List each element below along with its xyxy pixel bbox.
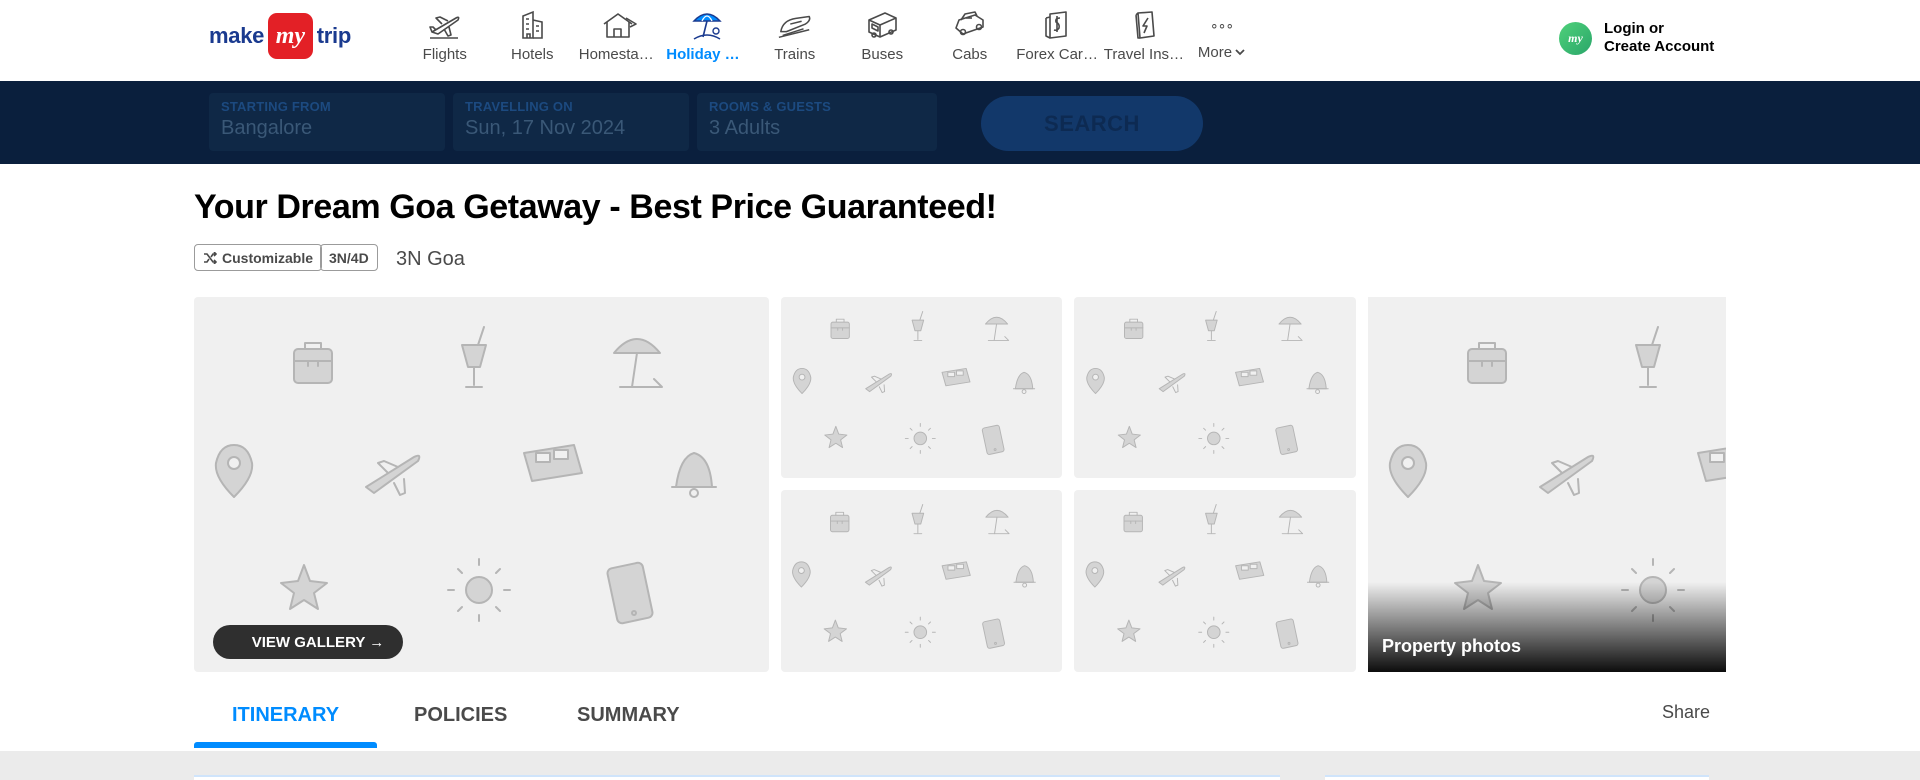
gallery-thumb-1[interactable]	[781, 297, 1062, 478]
rooms-guests-field[interactable]: ROOMS & GUESTS 3 Adults	[697, 93, 937, 151]
property-photos-overlay	[1368, 582, 1726, 672]
field-label: TRAVELLING ON	[465, 99, 573, 114]
duration-tag: 3N/4D	[320, 244, 378, 271]
login-button[interactable]: my Login or Create Account	[1559, 20, 1714, 56]
nav-item-buses[interactable]: Buses	[839, 9, 927, 71]
tab-itinerary[interactable]: ITINERARY	[232, 704, 339, 727]
top-header: make my trip Flights Hotels Homestays & …	[0, 0, 1920, 81]
insurance-icon	[1127, 9, 1163, 41]
makemytrip-logo[interactable]: make my trip	[209, 13, 351, 59]
cab-icon	[952, 9, 988, 41]
forex-icon	[1039, 9, 1075, 41]
login-text: Login or Create Account	[1604, 20, 1714, 56]
field-value: Sun, 17 Nov 2024	[465, 117, 626, 139]
field-value: Bangalore	[221, 117, 313, 139]
customizable-tag: Customizable	[194, 244, 323, 271]
nav-label: Travel Insurance	[1103, 46, 1186, 63]
nav-item-homestays[interactable]: Homestays & Villas	[576, 9, 664, 71]
gallery-thumb-2[interactable]	[1074, 297, 1356, 478]
package-details: Your Dream Goa Getaway - Best Price Guar…	[0, 164, 1920, 751]
login-line2: Create Account	[1604, 38, 1715, 55]
main-nav: Flights Hotels Homestays & Villas Holida…	[401, 9, 1253, 71]
nav-item-hotels[interactable]: Hotels	[489, 9, 577, 71]
package-subtitle: 3N Goa	[396, 248, 465, 270]
nav-item-travel-insurance[interactable]: Travel Insurance	[1101, 9, 1189, 71]
nav-label: Holiday Packages	[666, 46, 748, 63]
more-dots-icon: ∘∘∘	[1209, 16, 1234, 33]
property-photos-label: Property photos	[1382, 636, 1522, 656]
tab-policies[interactable]: POLICIES	[414, 704, 507, 727]
chevron-down-icon	[1235, 49, 1245, 56]
logo-badge: my	[268, 13, 313, 59]
nav-item-trains[interactable]: Trains	[751, 9, 839, 71]
itinerary-card-edge	[194, 775, 1280, 780]
share-button[interactable]: Share	[1662, 702, 1710, 723]
bus-icon	[864, 9, 900, 41]
flight-icon	[427, 9, 463, 41]
gallery-thumb-4[interactable]	[1074, 490, 1356, 672]
package-title: Your Dream Goa Getaway - Best Price Guar…	[194, 188, 997, 226]
gallery-thumb-3[interactable]	[781, 490, 1062, 672]
train-icon	[777, 9, 813, 41]
login-line1: Login or	[1604, 20, 1664, 37]
nav-label: Trains	[774, 46, 816, 63]
field-label: STARTING FROM	[221, 99, 331, 114]
nav-label: Buses	[861, 46, 904, 63]
nav-item-holiday-packages[interactable]: Holiday Packages	[664, 9, 752, 71]
field-label: ROOMS & GUESTS	[709, 99, 831, 114]
hotel-icon	[514, 9, 550, 41]
user-avatar-icon: my	[1559, 21, 1592, 55]
search-bar: STARTING FROM Bangalore TRAVELLING ON Su…	[0, 81, 1920, 164]
nav-more-menu[interactable]: ∘∘∘ More	[1191, 9, 1253, 71]
logo-trip-text: trip	[316, 23, 352, 48]
view-gallery-button[interactable]: VIEW GALLERY →	[213, 625, 403, 659]
nav-label: Cabs	[952, 46, 988, 63]
field-value: 3 Adults	[709, 117, 781, 139]
more-label-text: More	[1197, 44, 1233, 61]
holiday-icon	[689, 9, 725, 41]
nav-label: Flights	[422, 46, 467, 63]
nav-item-cabs[interactable]: Cabs	[926, 9, 1014, 71]
nav-more-label: More	[1198, 44, 1245, 61]
nav-item-flights[interactable]: Flights	[401, 9, 489, 71]
homestay-icon	[602, 9, 638, 41]
tag-label: Customizable	[222, 249, 314, 266]
tab-summary[interactable]: SUMMARY	[577, 704, 680, 727]
nav-item-forex[interactable]: Forex Card & Currency	[1014, 9, 1102, 71]
tag-label: 3N/4D	[329, 249, 369, 266]
gallery-main-image[interactable]: VIEW GALLERY →	[194, 297, 769, 672]
starting-from-field[interactable]: STARTING FROM Bangalore	[209, 93, 445, 151]
nav-label: Forex Card & Currency	[1016, 46, 1098, 63]
logo-make-text: make	[209, 23, 265, 48]
search-button[interactable]: SEARCH	[981, 96, 1203, 151]
property-photos-tile[interactable]: Property photos	[1368, 297, 1726, 672]
sidebar-card-edge	[1325, 775, 1709, 780]
active-tab-indicator	[194, 742, 377, 748]
nav-label: Hotels	[510, 46, 554, 63]
nav-label: Homestays & Villas	[578, 46, 661, 63]
shuffle-icon	[204, 251, 217, 264]
travelling-on-field[interactable]: TRAVELLING ON Sun, 17 Nov 2024	[453, 93, 689, 151]
